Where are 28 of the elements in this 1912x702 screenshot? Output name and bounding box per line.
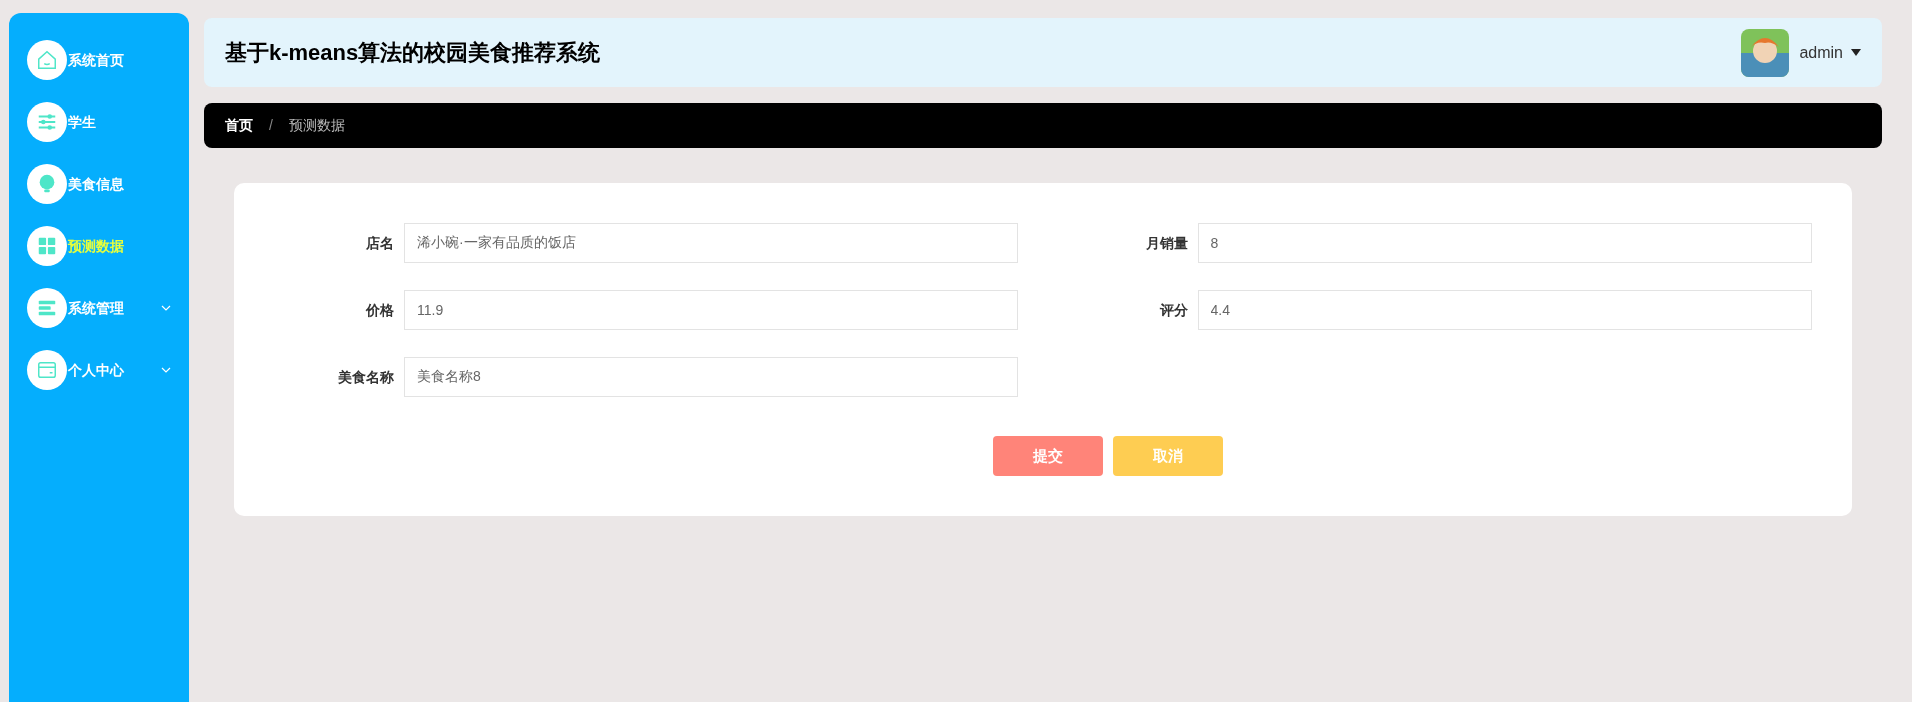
- sidebar-item[interactable]: 系统管理: [27, 288, 171, 328]
- house-icon: [36, 49, 58, 71]
- sliders-icon: [36, 111, 58, 133]
- submit-button[interactable]: 提交: [992, 436, 1103, 476]
- caret-icon: [1851, 49, 1861, 56]
- field-label: 价格: [364, 300, 395, 320]
- sidebar-item[interactable]: 美食信息: [27, 164, 171, 204]
- breadcrumb-item[interactable]: 首页: [225, 115, 253, 136]
- input-field[interactable]: 浠小碗·一家有品质的饭店: [404, 223, 1018, 263]
- input-field[interactable]: 11.9: [404, 290, 1018, 330]
- grid-icon: [36, 235, 58, 257]
- breadcrumb-separator: /: [269, 116, 273, 135]
- sidebar-item[interactable]: 学生: [27, 102, 171, 142]
- input-field[interactable]: 8: [1197, 223, 1812, 263]
- breadcrumb-item: 预测数据: [288, 116, 345, 135]
- input-field[interactable]: 美食名称8: [404, 357, 1018, 397]
- sidebar-item[interactable]: 预测数据: [27, 226, 171, 266]
- user-menu[interactable]: admin: [1799, 40, 1861, 65]
- sidebar-item[interactable]: 个人中心: [27, 350, 171, 390]
- field-label: 评分: [1158, 300, 1189, 320]
- field-label: 店名: [365, 233, 395, 253]
- wallet-icon: [36, 359, 58, 381]
- field-label: 美食名称: [337, 367, 395, 387]
- field-label: 月销量: [1144, 233, 1189, 253]
- cancel-button[interactable]: 取消: [1112, 436, 1223, 476]
- input-field[interactable]: 4.4: [1197, 290, 1812, 330]
- sidebar-item[interactable]: 系统首页: [27, 40, 171, 80]
- page-title: 基于k-means算法的校园美食推荐系统: [225, 39, 601, 67]
